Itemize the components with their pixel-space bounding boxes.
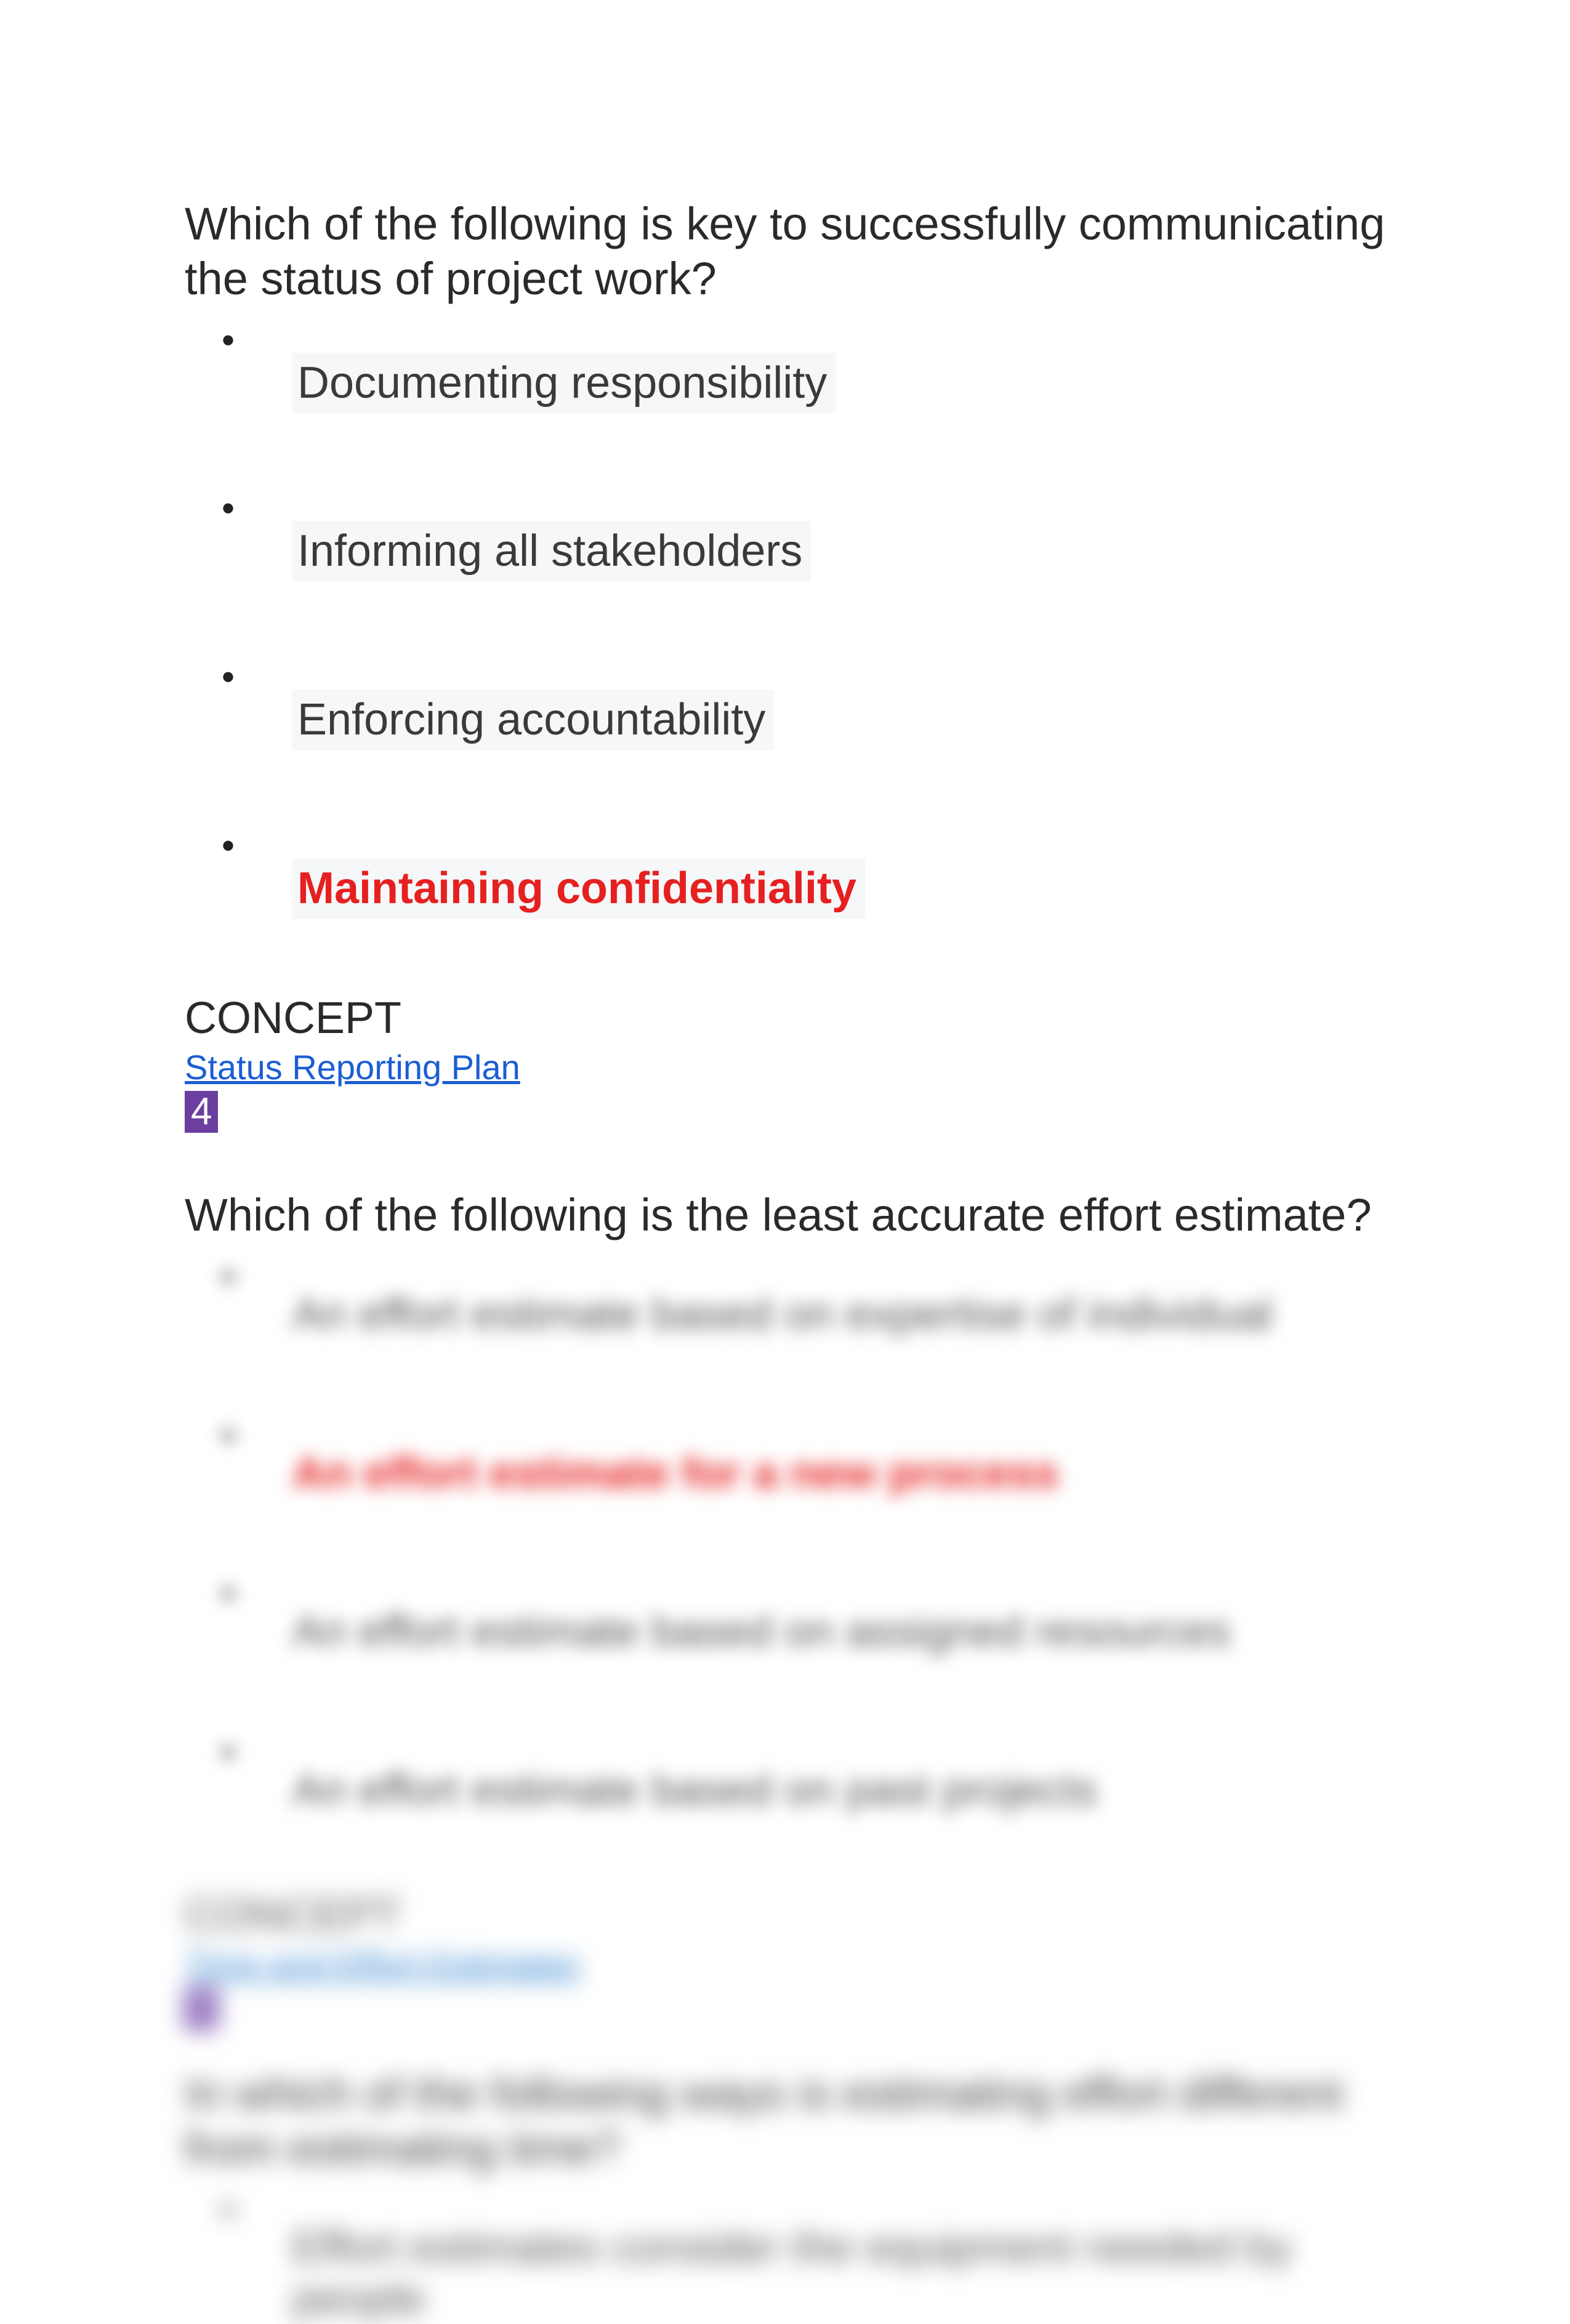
question-1-options: Documenting responsibility Informing all… [185, 325, 1385, 919]
blurred-option-2: An effort estimate for a new process [222, 1420, 1385, 1499]
option-3: Enforcing accountability [222, 662, 1385, 750]
question-3-text: In which of the following ways is estima… [185, 2067, 1385, 2176]
blurred-option-2-text: An effort estimate for a new process [292, 1448, 1058, 1499]
question-3-options-blurred: Effort estimates consider the equipment … [185, 2195, 1385, 2324]
question-2-text: Which of the following is the least accu… [185, 1188, 1385, 1243]
option-4-text: Maintaining confidentiality [292, 858, 865, 919]
concept-link-1[interactable]: Status Reporting Plan [185, 1047, 520, 1087]
question-1-text: Which of the following is key to success… [185, 197, 1385, 307]
concept-label-1: CONCEPT [185, 993, 1385, 1043]
blurred-option-1-text: An effort estimate based on expertise of… [292, 1289, 1273, 1340]
option-1: Documenting responsibility [222, 325, 1385, 414]
blurred-option-3: An effort estimate based on assigned res… [222, 1578, 1385, 1657]
question-number-1: 4 [185, 1091, 218, 1133]
question-2-options-blurred: An effort estimate based on expertise of… [185, 1261, 1385, 1816]
blurred-q3-option-1-text: Effort estimates consider the equipment … [292, 2222, 1385, 2324]
question-1-block: Which of the following is key to success… [185, 197, 1385, 1133]
option-4: Maintaining confidentiality [222, 830, 1385, 919]
option-2-text: Informing all stakeholders [292, 521, 811, 582]
concept-label-2: CONCEPT [185, 1890, 1385, 1940]
option-1-text: Documenting responsibility [292, 353, 835, 414]
blurred-option-3-text: An effort estimate based on assigned res… [292, 1606, 1231, 1657]
option-2: Informing all stakeholders [222, 493, 1385, 582]
blurred-option-4: An effort estimate based on past project… [222, 1737, 1385, 1816]
question-number-2: 5 [185, 1988, 218, 2030]
question-3-block-blurred: In which of the following ways is estima… [185, 2067, 1385, 2324]
blurred-option-4-text: An effort estimate based on past project… [292, 1765, 1097, 1816]
concept-link-2: Time and Effort Estimates [185, 1944, 579, 1984]
question-2-concept-blurred: CONCEPT Time and Effort Estimates 5 [185, 1890, 1385, 2030]
blurred-q3-option-1: Effort estimates consider the equipment … [222, 2195, 1385, 2324]
option-3-text: Enforcing accountability [292, 690, 774, 750]
blurred-option-1: An effort estimate based on expertise of… [222, 1261, 1385, 1340]
question-2-block: Which of the following is the least accu… [185, 1188, 1385, 2030]
